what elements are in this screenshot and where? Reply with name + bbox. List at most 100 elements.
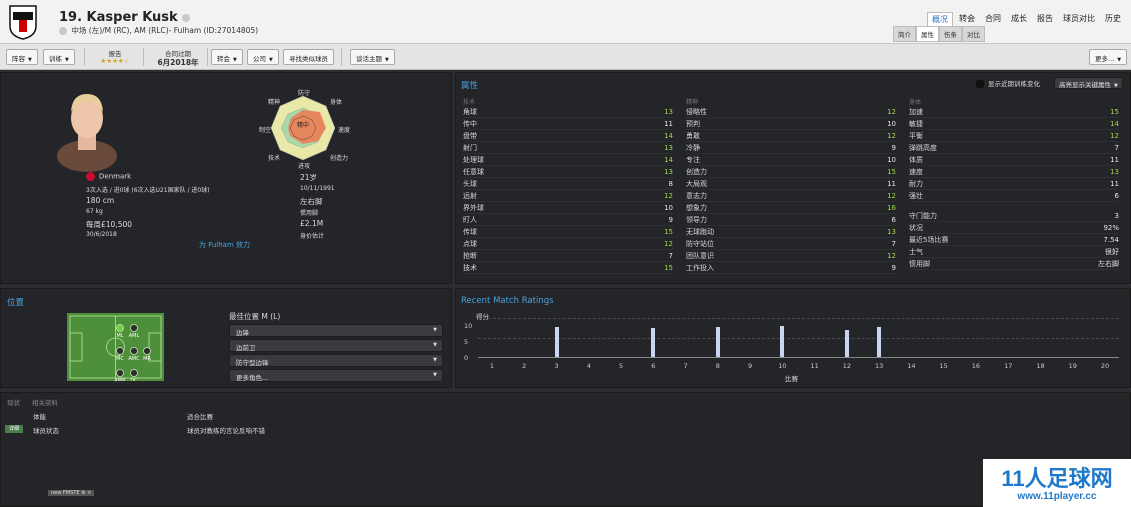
highlight-dropdown[interactable]: 高亮显示关键属性 ▼ — [1054, 77, 1123, 89]
x-tick-label: 7 — [683, 362, 688, 370]
physical-attr-row[interactable]: 体质 11 — [909, 154, 1119, 166]
role-option-wide-midfielder[interactable]: 边前卫 ▼ — [229, 339, 443, 352]
extra-attr-row[interactable]: 最近5场比赛 7.54 — [909, 234, 1119, 246]
attr-value: 10 — [664, 203, 673, 212]
technical-attr-row[interactable]: 盘带 14 — [463, 130, 673, 142]
physical-attr-row[interactable]: 平衡 12 — [909, 130, 1119, 142]
rating-bar[interactable] — [554, 327, 559, 357]
mental-attr-row[interactable]: 侵略性 12 — [686, 106, 896, 118]
mental-attr-row[interactable]: 领导力 6 — [686, 214, 896, 226]
tab-status[interactable]: 现状 — [7, 397, 20, 407]
ratings-chart — [478, 318, 1119, 358]
gear-icon[interactable]: ⚙ — [81, 490, 85, 496]
talk-button[interactable]: 谈话主题 ▼ — [350, 49, 395, 65]
club-button[interactable]: 公司 ▼ — [247, 49, 279, 65]
tab-development[interactable]: 成长 — [1007, 12, 1031, 27]
subtab-comparison[interactable]: 对比 — [962, 26, 985, 42]
toolbar-divider — [143, 48, 144, 66]
tab-report[interactable]: 报告 — [1033, 12, 1057, 27]
status-detail-badge[interactable]: 详细 — [5, 425, 23, 433]
attr-value: 15 — [664, 263, 673, 272]
mental-attr-row[interactable]: 防守站位 7 — [686, 238, 896, 250]
training-toggle[interactable]: 显示近期训练变化 — [976, 78, 1040, 88]
rating-bar[interactable] — [877, 327, 882, 357]
technical-attr-row[interactable]: 任意球 13 — [463, 166, 673, 178]
mental-attr-row[interactable]: 工作投入 9 — [686, 262, 896, 274]
tab-history[interactable]: 历史 — [1101, 12, 1125, 27]
tab-compare[interactable]: 球员对比 — [1059, 12, 1099, 27]
tab-transfer[interactable]: 转会 — [955, 12, 979, 27]
rating-bar[interactable] — [780, 325, 785, 357]
extra-attr-row[interactable]: 守门能力 3 — [909, 210, 1119, 222]
attr-label: 大局观 — [686, 179, 707, 188]
transfer-button[interactable]: 转会 ▼ — [211, 49, 243, 65]
tab-overview[interactable]: 概况 — [927, 12, 953, 27]
subtab-attributes[interactable]: 属性 — [916, 26, 939, 42]
technical-attr-row[interactable]: 盯人 9 — [463, 214, 673, 226]
mental-attr-row[interactable]: 无球跑动 13 — [686, 226, 896, 238]
technical-attr-row[interactable]: 远射 12 — [463, 190, 673, 202]
mental-attr-row[interactable]: 预判 10 — [686, 118, 896, 130]
page-title: 19. Kasper Kusk — [59, 10, 192, 25]
technical-attr-row[interactable]: 抢断 7 — [463, 250, 673, 262]
technical-attr-row[interactable]: 点球 12 — [463, 238, 673, 250]
technical-attr-row[interactable]: 界外球 10 — [463, 202, 673, 214]
technical-attr-row[interactable]: 头球 8 — [463, 178, 673, 190]
lineup-button[interactable]: 阵容 ▼ — [6, 49, 38, 65]
technical-attr-row[interactable]: 技术 15 — [463, 262, 673, 274]
x-tick-label: 17 — [1004, 362, 1013, 370]
technical-attr-row[interactable]: 射门 13 — [463, 142, 673, 154]
technical-attr-row[interactable]: 传球 15 — [463, 226, 673, 238]
mental-attr-row[interactable]: 意志力 12 — [686, 190, 896, 202]
training-button[interactable]: 训练 ▼ — [43, 49, 75, 65]
role-option-winger[interactable]: 边锋 ▼ — [229, 324, 443, 337]
physical-attr-row[interactable]: 强壮 6 — [909, 190, 1119, 202]
attr-label: 士气 — [909, 247, 923, 256]
attr-label: 速度 — [909, 167, 923, 176]
subtab-injuries[interactable]: 伤条 — [939, 26, 962, 42]
attr-label: 冷静 — [686, 143, 700, 152]
position-dot — [116, 369, 124, 377]
toggle-checkbox[interactable] — [976, 80, 984, 88]
rating-bar[interactable] — [715, 327, 720, 357]
physical-attr-row[interactable]: 加速 15 — [909, 106, 1119, 118]
physical-attr-row[interactable]: 弹跳高度 7 — [909, 142, 1119, 154]
rating-bar[interactable] — [651, 328, 656, 357]
foot-value: 左右脚 — [300, 197, 323, 206]
physical-attr-row[interactable]: 敏捷 14 — [909, 118, 1119, 130]
mental-attr-row[interactable]: 冷静 9 — [686, 142, 896, 154]
more-button[interactable]: 更多... ▼ — [1089, 49, 1128, 65]
close-icon[interactable]: × — [87, 490, 91, 496]
attr-value: 15 — [887, 167, 896, 176]
technical-attr-row[interactable]: 处理球 14 — [463, 154, 673, 166]
role-option-more[interactable]: 更多角色... ▼ — [229, 369, 443, 382]
extra-attr-row[interactable]: 状况 92% — [909, 222, 1119, 234]
extra-attr-row[interactable]: 惯用脚 左右脚 — [909, 258, 1119, 270]
mental-attr-row[interactable]: 勇敢 12 — [686, 130, 896, 142]
favorite-icon[interactable] — [59, 27, 67, 35]
club-link[interactable]: 为 Fulham 效力 — [199, 240, 250, 250]
tab-contract[interactable]: 合同 — [981, 12, 1005, 27]
mental-attr-row[interactable]: 想象力 16 — [686, 202, 896, 214]
role-option-defensive-winger[interactable]: 防守型边锋 ▼ — [229, 354, 443, 367]
attr-value: 14 — [664, 155, 673, 164]
attr-label: 侵略性 — [686, 107, 707, 116]
physical-attr-row[interactable]: 耐力 11 — [909, 178, 1119, 190]
subtab-profile[interactable]: 简介 — [893, 26, 916, 42]
mental-attr-row[interactable]: 创造力 15 — [686, 166, 896, 178]
attr-value: 12 — [887, 131, 896, 140]
tab-related[interactable]: 相关资料 — [32, 397, 58, 407]
main-nav: 概况 转会 合同 成长 报告 球员对比 历史 — [927, 12, 1125, 27]
mental-attr-row[interactable]: 团队意识 12 — [686, 250, 896, 262]
mental-attr-row[interactable]: 大局观 11 — [686, 178, 896, 190]
technical-attr-row[interactable]: 传中 11 — [463, 118, 673, 130]
technical-attr-row[interactable]: 角球 13 — [463, 106, 673, 118]
report-stars[interactable]: ★★★★☆ — [93, 57, 137, 65]
physical-attr-row[interactable]: 速度 13 — [909, 166, 1119, 178]
find-similar-button[interactable]: 寻找类似球员 — [283, 49, 334, 65]
extra-attr-row[interactable]: 士气 很好 — [909, 246, 1119, 258]
mental-attr-row[interactable]: 专注 10 — [686, 154, 896, 166]
mental-column: 精神 侵略性 12 预判 10 勇敢 12 冷静 9 专注 10 创造力 15 大局观 11 意志力 12 想象… — [686, 97, 896, 274]
footer-tag[interactable]: new FMSTE ⚙ × — [48, 490, 95, 496]
rating-bar[interactable] — [844, 329, 849, 357]
